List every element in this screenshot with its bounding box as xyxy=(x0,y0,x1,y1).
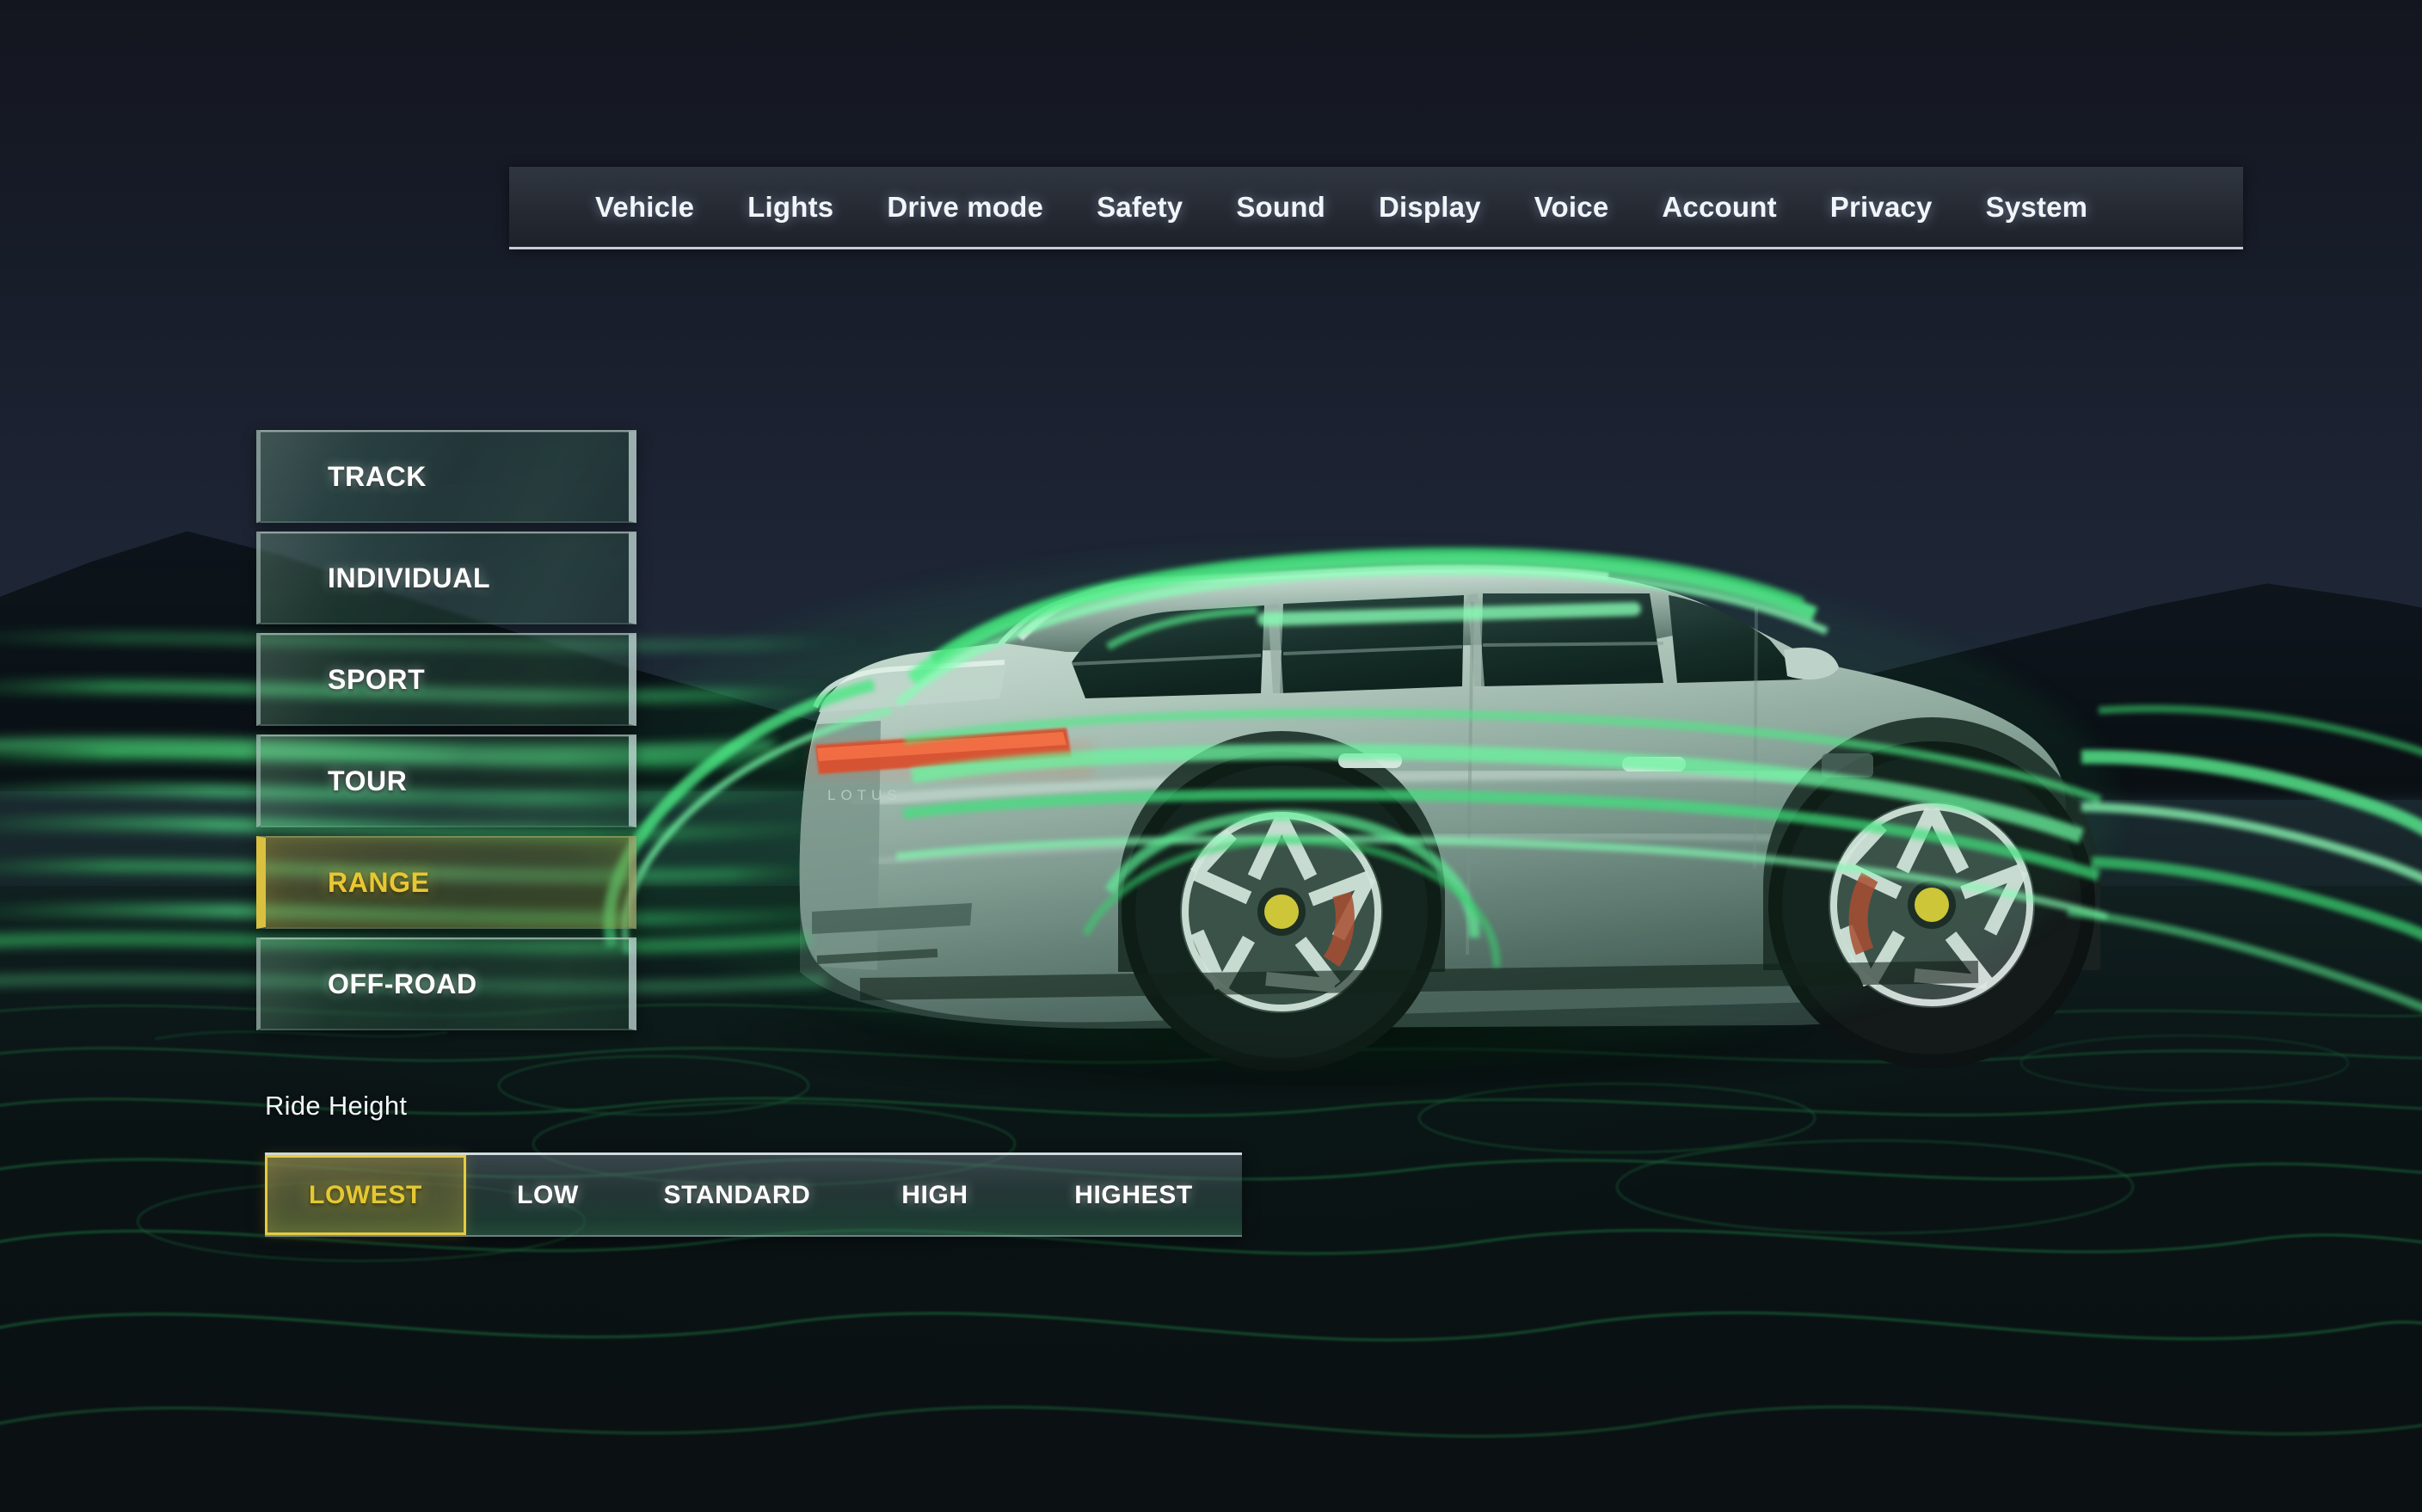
nav-item-display[interactable]: Display xyxy=(1379,191,1481,224)
ride-height-option-lowest[interactable]: LOWEST xyxy=(265,1155,466,1235)
drive-mode-label: RANGE xyxy=(328,866,430,898)
nav-item-system[interactable]: System xyxy=(1986,191,2088,224)
nav-item-voice[interactable]: Voice xyxy=(1534,191,1609,224)
settings-navbar[interactable]: Vehicle Lights Drive mode Safety Sound D… xyxy=(509,167,2243,249)
ride-height-option-high[interactable]: HIGH xyxy=(845,1155,1025,1235)
svg-text:LOTUS: LOTUS xyxy=(827,787,902,803)
ride-height-option-standard[interactable]: STANDARD xyxy=(630,1155,845,1235)
drive-mode-list: TRACK INDIVIDUAL SPORT TOUR RANGE OFF-RO… xyxy=(256,430,636,1039)
drive-mode-range[interactable]: RANGE xyxy=(256,836,636,929)
mountain-silhouette-right xyxy=(1304,583,2422,800)
nav-item-privacy[interactable]: Privacy xyxy=(1830,191,1933,224)
drive-mode-sport[interactable]: SPORT xyxy=(256,633,636,726)
drive-mode-individual[interactable]: INDIVIDUAL xyxy=(256,532,636,624)
drive-mode-label: TOUR xyxy=(328,765,408,796)
drive-mode-label: INDIVIDUAL xyxy=(328,562,491,593)
drive-mode-off-road[interactable]: OFF-ROAD xyxy=(256,937,636,1030)
drive-mode-label: OFF-ROAD xyxy=(328,968,477,999)
drive-mode-tour[interactable]: TOUR xyxy=(256,734,636,827)
drive-mode-track[interactable]: TRACK xyxy=(256,430,636,523)
ride-height-section: Ride Height LOWEST LOW STANDARD HIGH HIG… xyxy=(265,1091,1242,1237)
nav-item-vehicle[interactable]: Vehicle xyxy=(595,191,694,224)
nav-item-safety[interactable]: Safety xyxy=(1097,191,1183,224)
nav-item-sound[interactable]: Sound xyxy=(1236,191,1325,224)
vehicle-body: LOTUS xyxy=(799,564,2100,1072)
ride-height-label: Ride Height xyxy=(265,1091,408,1121)
drive-mode-label: SPORT xyxy=(328,663,426,695)
drive-mode-label: TRACK xyxy=(328,460,427,492)
nav-item-drive-mode[interactable]: Drive mode xyxy=(887,191,1043,224)
ride-height-selector[interactable]: LOWEST LOW STANDARD HIGH HIGHEST xyxy=(265,1152,1242,1237)
drive-mode-settings-screen: LOTUS Vehicle Lights Drive mode Safety S… xyxy=(0,0,2422,1512)
nav-item-lights[interactable]: Lights xyxy=(747,191,833,224)
nav-item-account[interactable]: Account xyxy=(1662,191,1776,224)
ride-height-option-highest[interactable]: HIGHEST xyxy=(1025,1155,1242,1235)
ride-height-option-low[interactable]: LOW xyxy=(466,1155,630,1235)
